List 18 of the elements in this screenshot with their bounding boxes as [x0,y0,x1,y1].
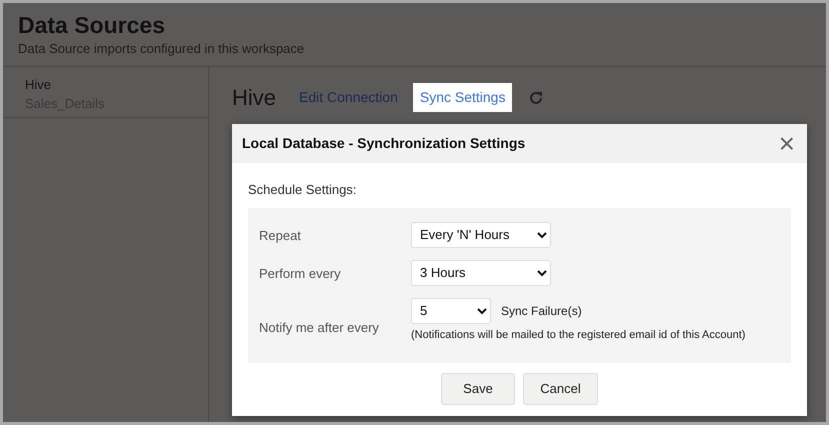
field-label: Repeat [259,226,302,245]
dropdown[interactable]: Every 'N' Hours [411,222,551,248]
section-label: Schedule Settings: [248,181,358,199]
field-note: (Notifications will be mailed to the registered email id of this Account) [411,328,746,342]
field-label: Notify me after every [259,318,380,337]
source-title: Hive [232,84,276,112]
close-button[interactable]: × [776,132,797,156]
dialog-button[interactable]: Cancel [523,373,598,404]
page-title: Data Sources [18,11,166,39]
dropdown[interactable]: 3 Hours [411,260,551,286]
action-link[interactable]: Sync Settings [412,83,512,112]
field-label: Perform every [259,264,342,283]
dialog-button[interactable]: Save [441,373,515,404]
dialog-title: Local Database - Synchronization Settings [242,134,526,153]
dropdown[interactable]: 5 [411,298,491,324]
page-subtitle: Data Source imports configured in this workspace [18,40,306,58]
refresh-icon[interactable] [528,90,544,106]
field-suffix: Sync Failure(s) [501,302,582,320]
